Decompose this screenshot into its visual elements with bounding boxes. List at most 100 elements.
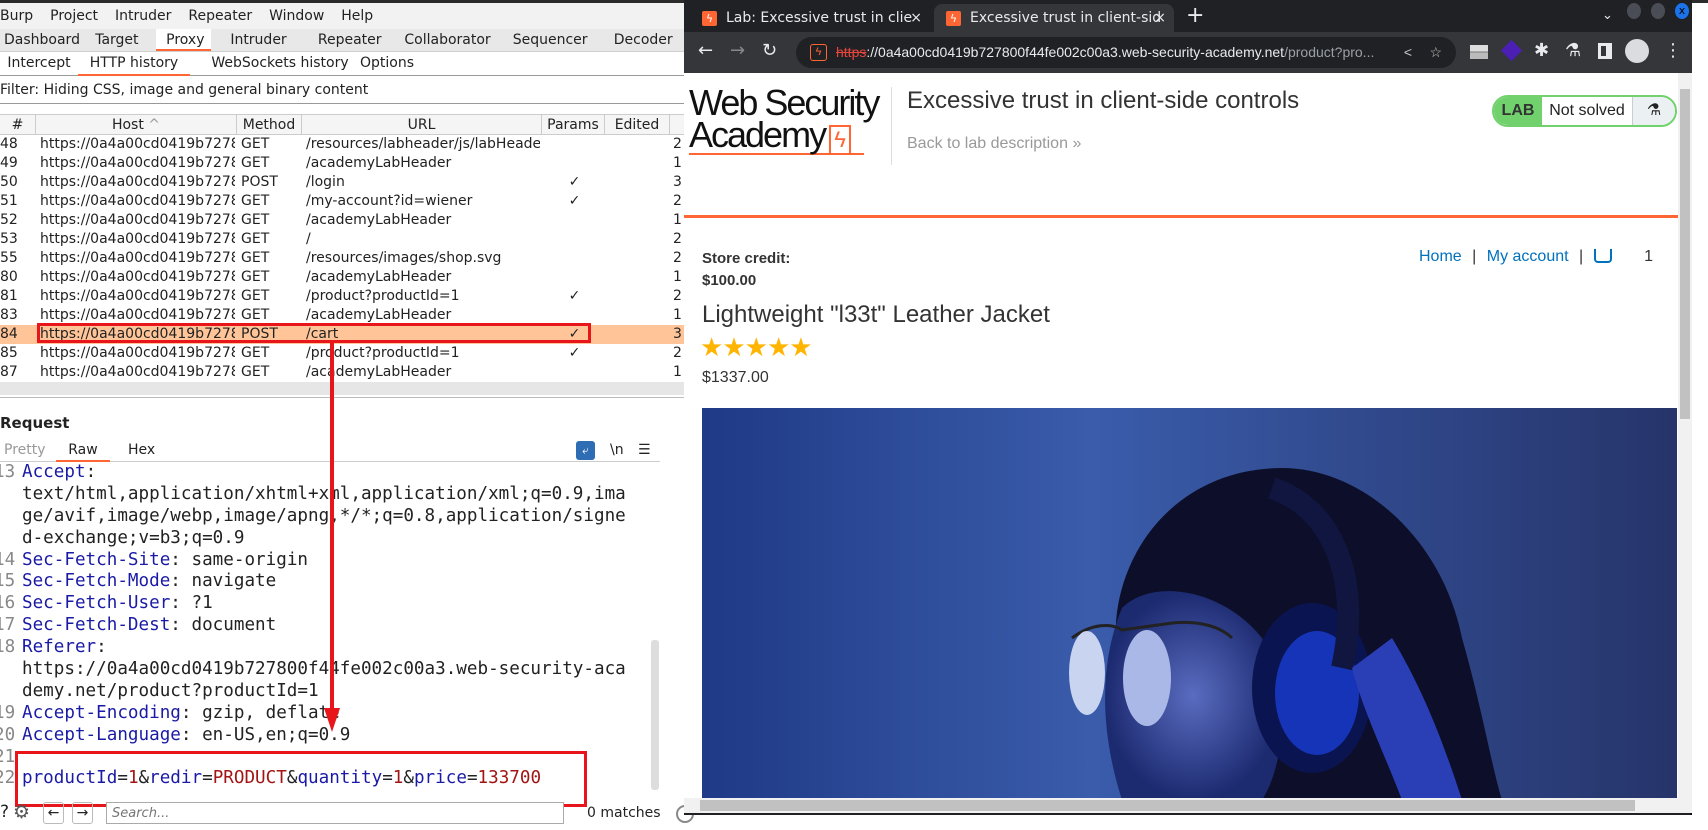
extension-layers-icon[interactable]: [1500, 39, 1523, 62]
back-to-lab-description-link[interactable]: Back to lab description »: [907, 135, 1081, 153]
tab-repeater[interactable]: Repeater: [302, 29, 393, 51]
row-url: /resources/labheader/js/labHeader.js: [306, 136, 540, 152]
search-input[interactable]: [106, 802, 564, 824]
filter-bar[interactable]: Filter: Hiding CSS, image and general bi…: [0, 77, 684, 104]
browser-toolbar: ← → ↻ ϟ https://0a4a00cd0419b727800f44fe…: [684, 32, 1692, 73]
page-horizontal-scrollbar[interactable]: [684, 798, 1692, 813]
nav-home-link[interactable]: Home: [1419, 248, 1462, 265]
flask-icon[interactable]: ⚗: [1565, 41, 1581, 61]
web-security-academy-logo[interactable]: Web Security Academy ϟ: [689, 85, 880, 155]
forward-icon[interactable]: →: [730, 41, 745, 61]
line-text: Sec-Fetch-User: ?1: [22, 593, 213, 615]
not-secure-icon[interactable]: ϟ: [810, 44, 827, 61]
browser-tab-active[interactable]: ϟ Excessive trust in client-sid ×: [934, 4, 1174, 32]
table-row[interactable]: 50 https://0a4a00cd0419b7278... POST/login…: [0, 173, 684, 192]
column-header-method[interactable]: Method: [237, 115, 302, 135]
row-host: https://0a4a00cd0419b7278...: [40, 269, 235, 285]
line-text: Referer:: [22, 637, 107, 659]
browser-tab[interactable]: ϟ Lab: Excessive trust in clie ×: [690, 4, 930, 32]
tab-decoder[interactable]: Decoder: [598, 29, 684, 51]
tab-websockets-history[interactable]: WebSockets history: [200, 52, 360, 74]
tab-sequencer[interactable]: Sequencer: [498, 29, 599, 51]
menu-project[interactable]: Project: [50, 8, 98, 24]
back-icon[interactable]: ←: [698, 41, 713, 61]
next-match-button[interactable]: →: [72, 802, 93, 824]
tab-pretty[interactable]: Pretty: [4, 440, 46, 460]
tab-collaborator[interactable]: Collaborator: [393, 29, 497, 51]
share-icon[interactable]: <: [1404, 37, 1412, 68]
close-window-button[interactable]: x: [1675, 3, 1689, 19]
word-wrap-icon[interactable]: ⤶: [576, 441, 595, 460]
cart-icon[interactable]: [1593, 249, 1612, 263]
extension-icon[interactable]: [1470, 45, 1488, 59]
page-vertical-scrollbar[interactable]: [1678, 73, 1692, 798]
row-method: GET: [241, 269, 270, 285]
column-header-number[interactable]: #: [0, 115, 36, 135]
row-number: 55: [0, 250, 18, 266]
newline-toggle[interactable]: \n: [610, 440, 624, 460]
tab-intruder[interactable]: Intruder: [211, 29, 302, 51]
lightning-favicon-icon: ϟ: [702, 11, 717, 26]
column-header-edited[interactable]: Edited: [605, 115, 670, 135]
tab-raw[interactable]: Raw: [56, 440, 110, 462]
tab-target[interactable]: Target: [74, 29, 156, 51]
new-tab-icon[interactable]: +: [1186, 5, 1204, 27]
previous-match-button[interactable]: ←: [43, 802, 64, 824]
row-url: /my-account?id=wiener: [306, 193, 473, 209]
top-navigation: Home | My account | 1: [1419, 248, 1653, 265]
row-url: /academyLabHeader: [306, 269, 452, 285]
tab-search-chevron-icon[interactable]: ⌄: [1602, 6, 1613, 26]
row-number: 87: [0, 364, 18, 380]
menu-window[interactable]: Window: [269, 8, 324, 24]
menu-burp[interactable]: Burp: [0, 8, 33, 24]
column-header-host[interactable]: Host ^: [36, 115, 237, 135]
maximize-button[interactable]: [1651, 3, 1665, 19]
table-row[interactable]: 80 https://0a4a00cd0419b7278... GET/academ…: [0, 268, 684, 287]
side-panel-icon[interactable]: [1598, 43, 1612, 59]
column-header-params[interactable]: Params: [542, 115, 605, 135]
table-row[interactable]: 49 https://0a4a00cd0419b7278... GET/academ…: [0, 154, 684, 173]
table-row[interactable]: 55 https://0a4a00cd0419b7278... GET/resour…: [0, 249, 684, 268]
row-url: /login: [306, 174, 345, 190]
tab-http-history[interactable]: HTTP history: [78, 52, 190, 76]
close-tab-icon[interactable]: ×: [1154, 4, 1166, 32]
address-bar[interactable]: ϟ https://0a4a00cd0419b727800f44fe002c00…: [796, 37, 1456, 68]
row-extra: 1: [673, 364, 682, 380]
menu-icon[interactable]: ☰: [638, 440, 651, 460]
more-menu-icon[interactable]: ⋮: [1664, 41, 1682, 61]
row-host: https://0a4a00cd0419b7278...: [40, 155, 235, 171]
menu-intruder[interactable]: Intruder: [115, 8, 171, 24]
row-url: /academyLabHeader: [306, 155, 452, 171]
bookmark-star-icon[interactable]: ☆: [1429, 37, 1442, 68]
row-method: GET: [241, 193, 270, 209]
menu-help[interactable]: Help: [341, 8, 373, 24]
gear-icon[interactable]: ⚙: [13, 801, 30, 823]
row-extra: 2: [673, 250, 682, 266]
minimize-button[interactable]: [1627, 3, 1641, 19]
tab-proxy[interactable]: Proxy: [155, 29, 211, 51]
extensions-puzzle-icon[interactable]: ✱: [1534, 41, 1549, 61]
table-row[interactable]: 51 https://0a4a00cd0419b7278... GET/my-acc…: [0, 192, 684, 211]
table-row[interactable]: 81 https://0a4a00cd0419b7278... GET/produc…: [0, 287, 684, 306]
menu-repeater[interactable]: Repeater: [188, 8, 252, 24]
tab-options[interactable]: Options: [352, 52, 422, 74]
row-host: https://0a4a00cd0419b7278...: [40, 345, 235, 361]
table-row[interactable]: 53 https://0a4a00cd0419b7278... GET / 2: [0, 230, 684, 249]
line-text: Accept:: [22, 462, 96, 484]
table-row[interactable]: 52 https://0a4a00cd0419b7278... GET/academ…: [0, 211, 684, 230]
close-tab-icon[interactable]: ×: [910, 4, 922, 32]
nav-my-account-link[interactable]: My account: [1487, 248, 1569, 265]
tab-dashboard[interactable]: Dashboard: [0, 29, 80, 51]
column-header-url[interactable]: URL: [302, 115, 542, 135]
profile-avatar[interactable]: [1625, 39, 1649, 63]
help-icon[interactable]: ?: [0, 802, 9, 822]
editor-scrollbar[interactable]: [651, 640, 659, 790]
tab-intercept[interactable]: Intercept: [4, 52, 74, 74]
row-method: GET: [241, 136, 270, 152]
tab-hex[interactable]: Hex: [128, 440, 155, 460]
search-bar: ? ⚙ ← → 0 matches: [0, 800, 684, 828]
reload-icon[interactable]: ↻: [762, 41, 777, 61]
row-host: https://0a4a00cd0419b7278...: [40, 231, 235, 247]
row-params: ✓: [568, 288, 581, 304]
table-row[interactable]: 48 https://0a4a00cd0419b7278... GET/resour…: [0, 135, 684, 154]
